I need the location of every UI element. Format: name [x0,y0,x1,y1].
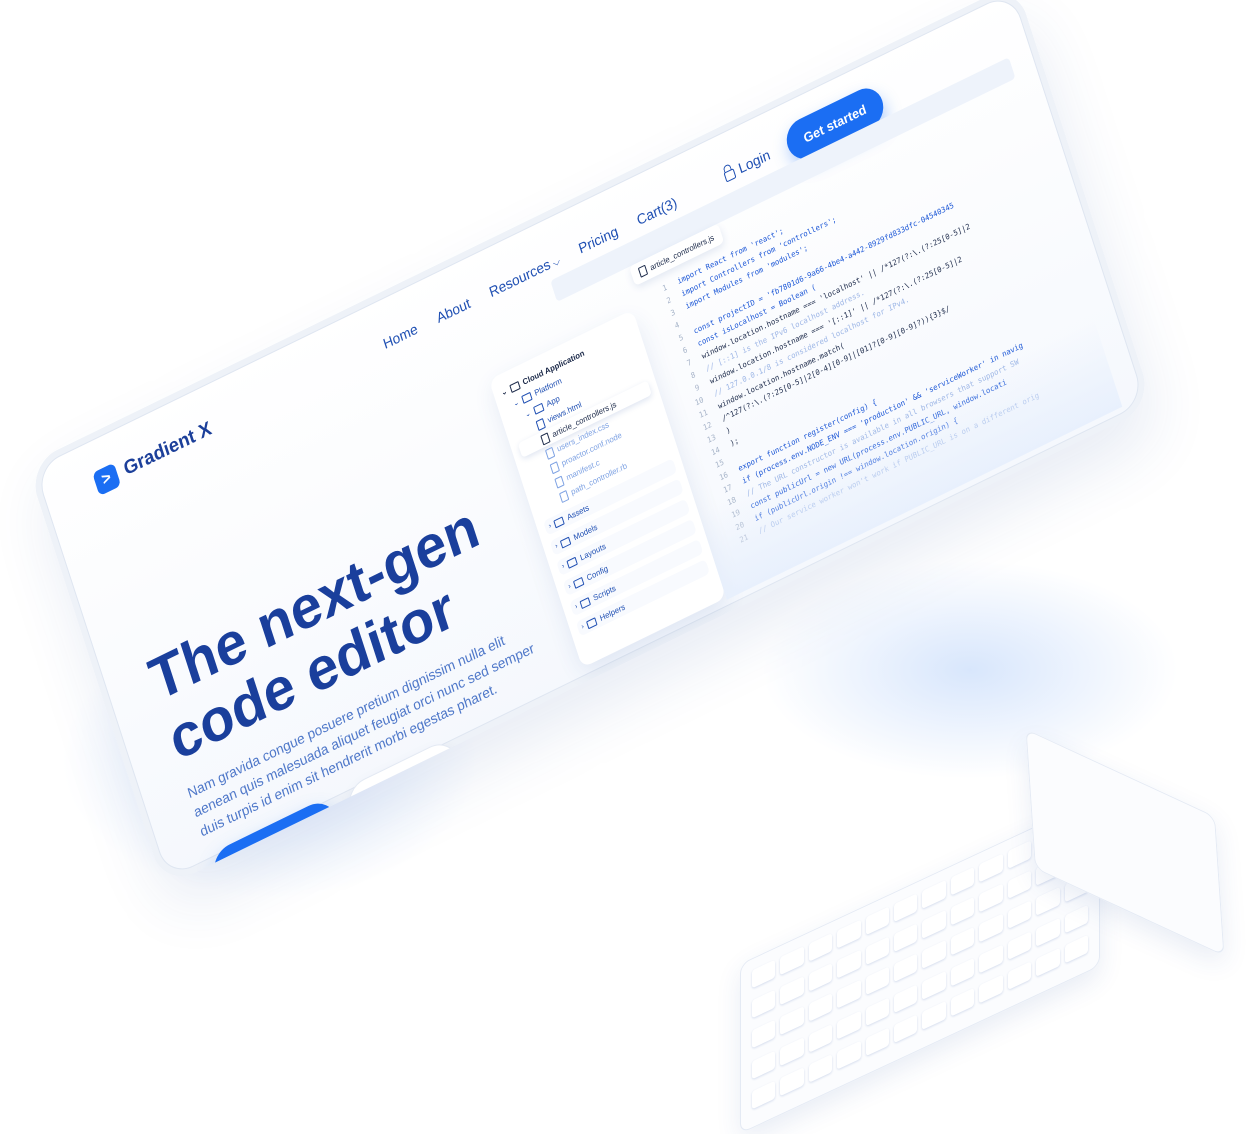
keyboard-key [780,976,804,1006]
tree-folder-label: Models [572,522,599,543]
keyboard-key [894,923,918,953]
keyboard-key [950,957,975,987]
keyboard-key [780,1006,804,1036]
keyboard-key [808,1023,833,1053]
keyboard-key [894,893,918,923]
keyboard-key [1036,887,1060,917]
keyboard-key [1007,840,1032,870]
keyboard-key [752,959,776,989]
keyboard-key [1007,930,1032,960]
keyboard-key [837,1010,861,1040]
file-icon [549,460,560,474]
keyboard-key [1007,900,1032,930]
file-icon [558,489,570,503]
folder-icon [509,380,521,393]
keyboard-key [837,1040,861,1070]
keyboard-key [865,906,890,936]
keyboard-key [979,974,1003,1004]
nav-home[interactable]: Home [381,320,420,352]
file-icon [637,264,649,278]
keyboard-key [752,1080,776,1110]
keyboard-key [979,853,1003,883]
chevron-down-icon: ⌵ [551,255,562,270]
keyboard-key [922,940,946,970]
brand-logo[interactable]: > Gradient X [92,417,215,497]
keyboard-key [922,879,946,909]
keyboard-key [837,980,861,1009]
keyboard-key [865,997,890,1026]
nav-resources[interactable]: Resources⌵ [487,251,562,301]
keyboard-key [865,936,890,966]
keyboard-key [752,1019,776,1049]
folder-icon [520,391,533,404]
folder-icon [566,556,579,569]
keyboard-key [894,983,918,1013]
keyboard-key [950,987,975,1017]
folder-icon [586,616,598,629]
keyboard-key [979,944,1003,973]
keyboard-key [950,866,975,896]
chevron-down-icon: ⌄ [512,398,520,408]
keyboard-key [950,927,975,956]
keyboard-key [894,953,918,983]
background-glow [760,560,1180,780]
keyboard-key [808,932,833,962]
tree-folder-label: Layouts [578,541,607,563]
keyboard-key [865,966,890,996]
nav-about[interactable]: About [434,295,472,326]
keyboard-key [950,896,975,926]
chevron-right-icon: › [580,623,585,631]
chevron-right-icon: › [574,603,579,611]
keyboard-key [1007,960,1032,990]
chevron-right-icon: › [561,562,566,571]
chevron-right-icon: › [547,522,553,531]
tree-folder-label: Scripts [592,583,617,603]
file-icon [554,475,565,489]
keyboard-key [780,1066,804,1096]
keyboard-key [979,913,1003,943]
chevron-down-icon: ⌄ [500,387,508,397]
keyboard-key [808,1053,833,1083]
keyboard-key [837,919,861,949]
file-icon [540,431,551,445]
keyboard-key [808,993,833,1023]
keyboard-key [752,989,776,1019]
file-icon [535,417,546,431]
tree-folder-label: Config [585,563,610,583]
keyboard-key [922,1000,946,1030]
keyboard-key [837,949,861,979]
keyboard-key [1036,947,1060,977]
keyboard-key [780,946,804,976]
keyboard-key [1036,917,1060,947]
keyboard-key [1064,904,1088,934]
chevron-right-icon: › [567,582,572,591]
keyboard-key [894,1013,918,1043]
tree-folder-label: Helpers [598,602,627,624]
tree-folder-label: Assets [565,502,591,523]
keyboard-key [1007,870,1032,900]
folder-icon [573,576,585,589]
keyboard-key [922,910,946,940]
keyboard-key [780,1036,804,1066]
login-label: Login [736,146,773,177]
keyboard-key [979,883,1003,913]
folder-icon [553,515,565,528]
keyboard-key [865,1027,890,1057]
brand-name: Gradient X [121,417,215,481]
keyboard-key [922,970,946,1000]
folder-icon [579,596,592,609]
code-text: ) [724,425,732,436]
keyboard-key [808,963,833,993]
folder-icon [532,402,545,415]
keyboard-key [1064,934,1088,964]
lock-icon [723,168,737,183]
nav-resources-label: Resources [487,255,553,301]
logo-icon: > [92,462,122,497]
chevron-down-icon: ⌄ [524,409,532,419]
folder-icon [560,535,572,548]
chevron-right-icon: › [554,542,559,551]
file-icon [544,446,556,460]
keyboard-key [752,1050,776,1079]
